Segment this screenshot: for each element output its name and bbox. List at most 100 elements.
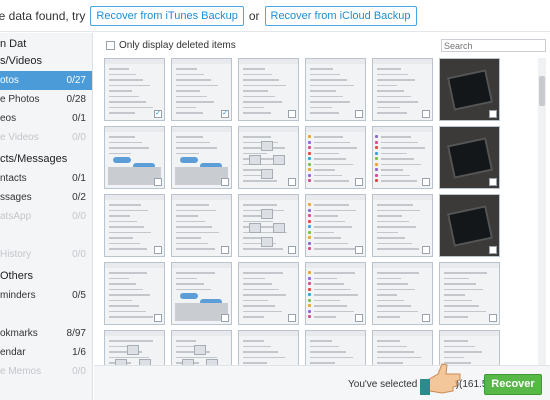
sidebar-item[interactable]: minders 0/5: [0, 286, 92, 305]
only-deleted-checkbox[interactable]: [106, 41, 115, 50]
thumbnail-list[interactable]: [305, 126, 366, 189]
thumbnail-checkbox[interactable]: [489, 314, 497, 322]
thumbnail-app-icon: [308, 282, 311, 285]
thumbnail-line: [444, 288, 483, 290]
thumbnail-settings[interactable]: [238, 58, 299, 121]
thumbnail-nav[interactable]: [238, 126, 299, 189]
sidebar-item[interactable]: ntacts 0/1: [0, 169, 92, 188]
thumbnail-settings[interactable]: [439, 262, 500, 325]
thumbnail-checkbox[interactable]: [355, 246, 363, 254]
thumbnail-checkbox[interactable]: [489, 246, 497, 254]
sidebar-item[interactable]: endar 1/6: [0, 343, 92, 362]
thumbnail-line: [377, 231, 398, 233]
recover-icloud-backup-button[interactable]: Recover from iCloud Backup: [264, 5, 417, 26]
thumbnail-checkbox[interactable]: [422, 246, 430, 254]
thumbnail-line: [377, 237, 405, 239]
thumbnail-checkbox[interactable]: [355, 178, 363, 186]
assistive-touch-button: [249, 223, 261, 233]
thumbnail-settings[interactable]: [104, 262, 165, 325]
sidebar-section-title[interactable]: Others: [0, 267, 92, 286]
thumbnail-checkbox[interactable]: [288, 314, 296, 322]
sidebar-item[interactable]: [0, 305, 92, 324]
thumbnail-photo[interactable]: [439, 58, 500, 121]
thumbnail-chat[interactable]: [171, 126, 232, 189]
thumbnail-list[interactable]: [305, 262, 366, 325]
thumbnail-checkbox[interactable]: [154, 246, 162, 254]
thumbnail-line: [381, 136, 411, 138]
thumbnail-checkbox[interactable]: [422, 178, 430, 186]
thumbnail-chat[interactable]: [171, 262, 232, 325]
thumbnail-app-icon: [308, 276, 311, 280]
thumbnail-line: [310, 112, 339, 114]
thumbnail-line: [109, 204, 141, 206]
thumbnail-list[interactable]: [372, 126, 433, 189]
thumbnail-photo[interactable]: [439, 126, 500, 189]
thumbnail-line: [109, 220, 137, 222]
thumbnail-photo[interactable]: [439, 194, 500, 257]
thumbnail-line: [109, 141, 142, 143]
sidebar-item-label: endar: [0, 347, 26, 358]
thumbnail-settings[interactable]: [171, 194, 232, 257]
thumbnail-settings[interactable]: [372, 262, 433, 325]
sidebar-item[interactable]: okmarks 8/97: [0, 324, 92, 343]
thumbnail-line: [176, 231, 219, 233]
thumbnail-checkbox[interactable]: [288, 110, 296, 118]
sidebar-item[interactable]: e Memos 0/0: [0, 362, 92, 381]
thumbnail-checkbox[interactable]: [355, 110, 363, 118]
thumbnail-settings[interactable]: [372, 58, 433, 121]
sidebar-item[interactable]: e Videos 0/0: [0, 128, 92, 147]
scrollbar-thumb[interactable]: [539, 76, 545, 106]
thumbnail-checkbox[interactable]: [422, 314, 430, 322]
thumbnail-settings[interactable]: ✓: [104, 58, 165, 121]
thumbnail-checkbox[interactable]: [221, 246, 229, 254]
recover-itunes-backup-button[interactable]: Recover from iTunes Backup: [90, 5, 244, 26]
sidebar-item-count: 0/28: [66, 94, 86, 105]
thumbnail-checkbox[interactable]: [489, 178, 497, 186]
thumbnail-checkbox[interactable]: [422, 110, 430, 118]
thumbnail-settings[interactable]: ✓: [171, 58, 232, 121]
thumbnail-checkbox[interactable]: [221, 178, 229, 186]
sidebar-item[interactable]: History 0/0: [0, 245, 92, 264]
thumbnail-app-icon: [308, 236, 311, 239]
thumbnail-checkbox[interactable]: ✓: [154, 110, 162, 118]
sidebar-item[interactable]: eos 0/1: [0, 109, 92, 128]
search-input[interactable]: [441, 39, 546, 52]
recover-button[interactable]: Recover: [484, 374, 542, 395]
filter-bar: Only display deleted items: [94, 33, 550, 57]
thumbnail-settings[interactable]: [305, 58, 366, 121]
sidebar-section-title[interactable]: s/Videos: [0, 52, 92, 71]
thumbnail-app-icon: [375, 135, 378, 138]
thumbnail-checkbox[interactable]: [288, 178, 296, 186]
thumbnail-checkbox[interactable]: [489, 110, 497, 118]
thumbnail-settings[interactable]: [238, 262, 299, 325]
thumbnail-line: [377, 220, 409, 222]
thumbnail-chat[interactable]: [104, 126, 165, 189]
thumbnail-checkbox[interactable]: [154, 178, 162, 186]
sidebar-item[interactable]: [0, 226, 92, 245]
thumbnail-nav[interactable]: [238, 194, 299, 257]
thumbnail-checkbox[interactable]: [154, 314, 162, 322]
thumbnail-list[interactable]: [305, 194, 366, 257]
thumbnail-settings[interactable]: [104, 194, 165, 257]
thumbnail-line: [310, 68, 333, 70]
thumbnail-app-icon: [375, 157, 378, 160]
thumbnail-line: [314, 248, 355, 250]
thumbnail-checkbox[interactable]: [288, 246, 296, 254]
sidebar-item[interactable]: ssages 0/2: [0, 188, 92, 207]
sidebar-item-count: 0/0: [72, 132, 86, 143]
thumbnail-app-icon: [308, 241, 311, 245]
sidebar-item[interactable]: e Photos 0/28: [0, 90, 92, 109]
thumbnail-line: [176, 147, 217, 149]
thumbnail-line: [377, 209, 420, 211]
thumbnail-line: [444, 356, 464, 358]
thumbnail-checkbox[interactable]: ✓: [221, 110, 229, 118]
grid-scrollbar[interactable]: [538, 58, 546, 396]
sidebar-item[interactable]: otos 0/27: [0, 71, 92, 90]
thumbnail-line: [243, 272, 283, 274]
sidebar-item[interactable]: atsApp 0/0: [0, 207, 92, 226]
thumbnail-checkbox[interactable]: [355, 314, 363, 322]
thumbnail-checkbox[interactable]: [221, 314, 229, 322]
thumbnail-settings[interactable]: [372, 194, 433, 257]
sidebar-section-title[interactable]: cts/Messages: [0, 150, 92, 169]
thumbnail-line: [109, 272, 147, 274]
